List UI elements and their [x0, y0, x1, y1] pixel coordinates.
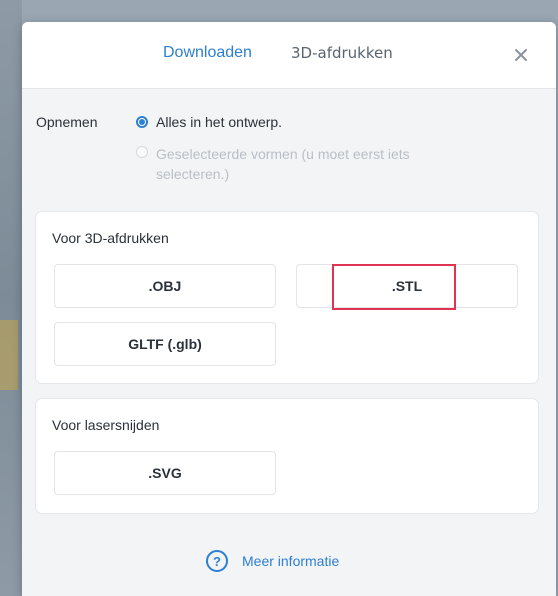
section-title: Voor lasersnijden — [52, 417, 160, 433]
gltf-glb-button[interactable]: GLTF (.glb) — [54, 322, 276, 366]
radio-selected-icon[interactable] — [136, 116, 148, 128]
tab-3d-print[interactable]: 3D-afdrukken — [291, 44, 393, 62]
section-3d-print: Voor 3D-afdrukken .OBJ .STL GLTF (.glb) — [36, 212, 538, 383]
radio-unselected-icon — [136, 146, 148, 158]
stl-button[interactable]: .STL — [296, 264, 518, 308]
radio-selected-label: Geselecteerde vormen (u moet eerst iets … — [156, 146, 410, 182]
close-icon[interactable] — [512, 46, 530, 64]
include-label: Opnemen — [36, 114, 98, 130]
more-info-label: Meer informatie — [242, 553, 340, 569]
svg-button[interactable]: .SVG — [54, 451, 276, 495]
more-info-link[interactable]: ? Meer informatie — [206, 550, 339, 572]
tab-download[interactable]: Downloaden — [163, 44, 252, 62]
radio-all-label: Alles in het ontwerp. — [156, 114, 283, 130]
section-laser-cut: Voor lasersnijden .SVG — [36, 399, 538, 513]
help-circle-icon: ? — [206, 550, 228, 572]
background-workspace — [0, 0, 22, 596]
dialog-header: Downloaden 3D-afdrukken — [22, 22, 556, 89]
download-dialog: Downloaden 3D-afdrukken Opnemen Alles in… — [22, 22, 556, 596]
obj-button[interactable]: .OBJ — [54, 264, 276, 308]
section-title: Voor 3D-afdrukken — [52, 230, 169, 246]
background-shape — [0, 320, 18, 390]
